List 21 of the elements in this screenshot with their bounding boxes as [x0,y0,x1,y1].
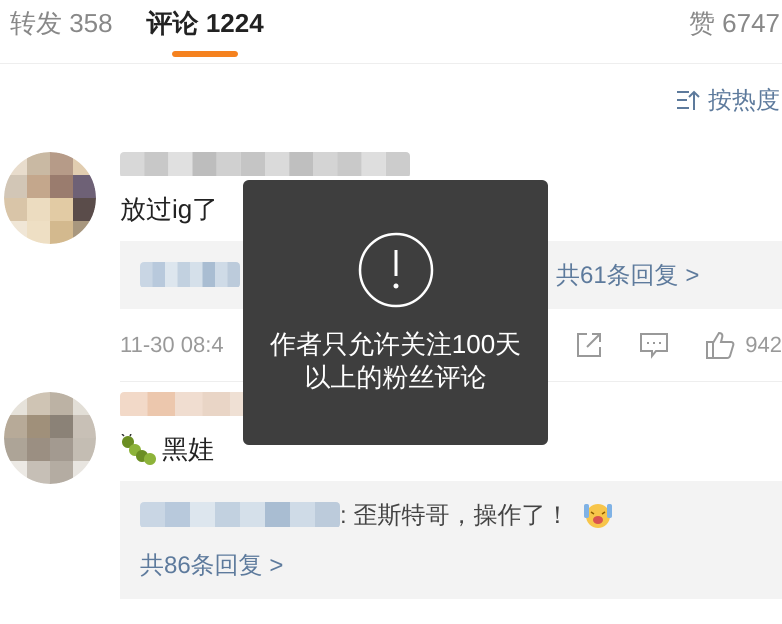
sort-button[interactable]: 按热度 [676,86,780,114]
reply-preview[interactable]: : 歪斯特哥，操作了！ 共86条回复 > [120,481,782,599]
avatar[interactable] [4,152,96,244]
sort-icon [676,89,700,111]
tab[interactable]: 评论 1224 [146,6,264,57]
thumbs-up-icon [705,330,738,360]
tab[interactable]: 赞 6747 [688,6,780,41]
reply-count-link[interactable]: 共86条回复 > [140,549,762,581]
toast-message: 作者只允许关注100天以上的粉丝评论 [270,328,522,394]
tab[interactable]: 转发 358 [10,6,113,41]
comment-text: 放过ig了 [120,193,218,226]
reply-count-link[interactable]: 共61条回复 > [556,259,700,291]
timestamp: 11-30 08:4 [120,332,224,358]
warning-icon [358,232,434,308]
comment-text: 黑娃 [162,433,214,466]
like-button[interactable]: 942 [705,330,782,360]
share-icon[interactable] [575,331,604,359]
comment-icon[interactable] [639,331,670,359]
reply-text: : 歪斯特哥，操作了！ [340,501,570,531]
avatar[interactable] [4,392,96,484]
caterpillar-icon [120,434,158,466]
